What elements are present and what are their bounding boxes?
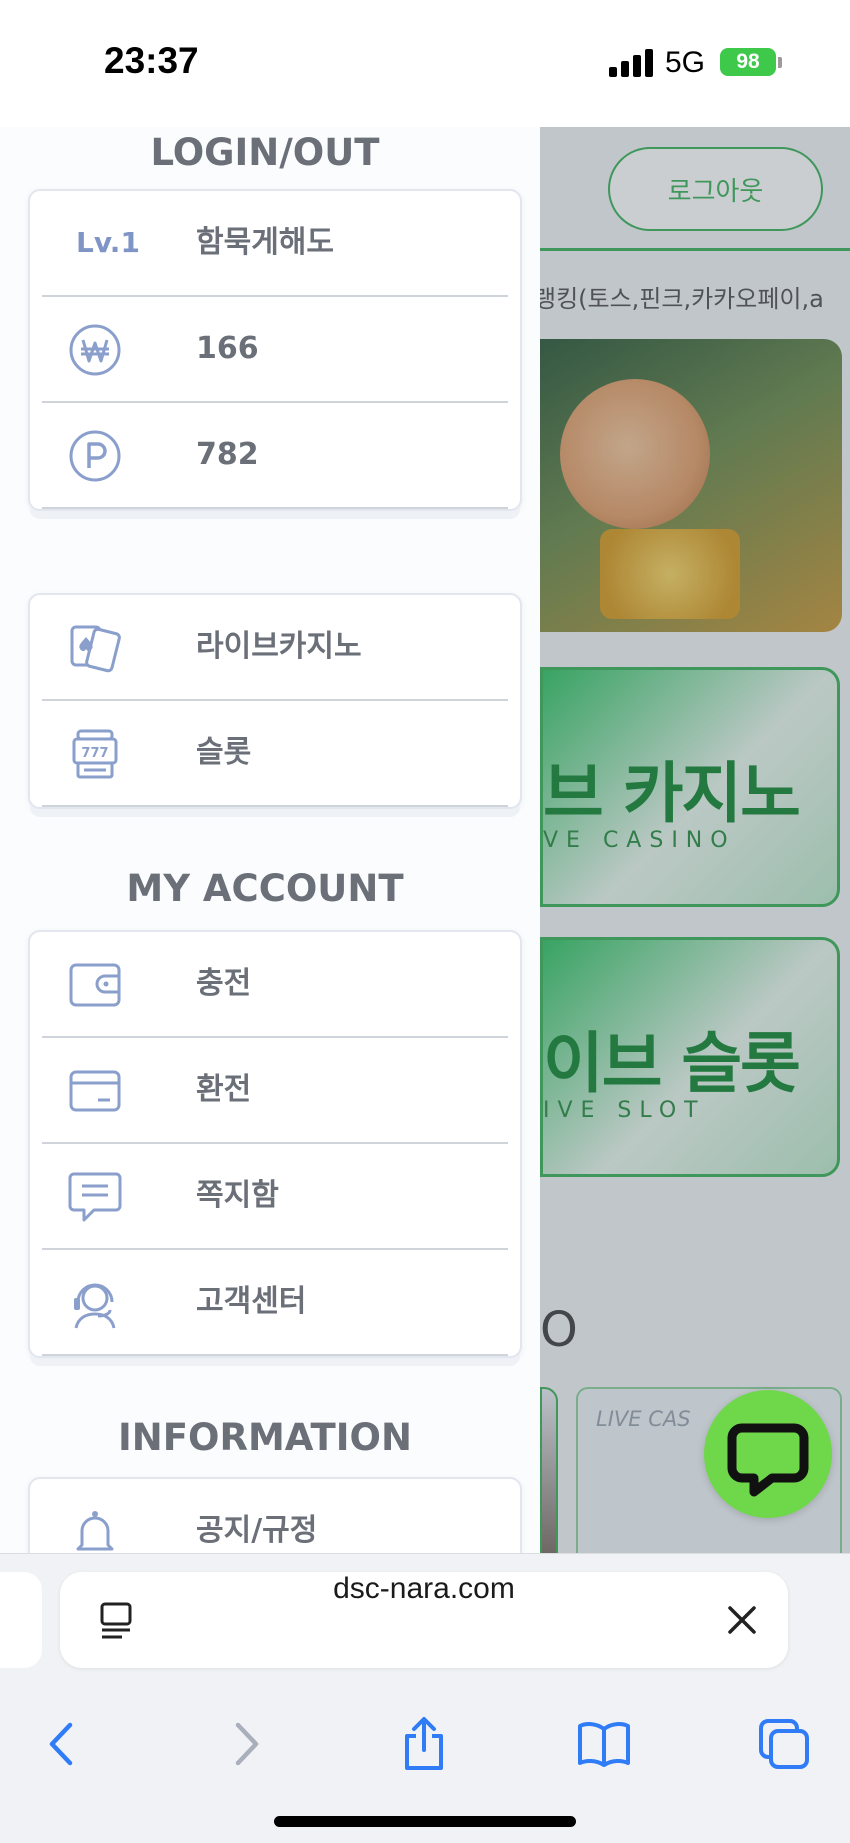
info-section-title: INFORMATION (118, 1416, 412, 1459)
overlay-dim[interactable] (540, 127, 850, 1554)
side-drawer: LOGIN/OUT Lv.1 함묵게해도 166 782 라이브카지노 777 … (0, 127, 540, 1554)
tabs-button[interactable] (754, 1714, 814, 1774)
previous-tab-peek[interactable] (0, 1572, 42, 1668)
menu-item-live-casino[interactable]: 라이브카지노 (42, 595, 508, 701)
svg-text:777: 777 (81, 746, 108, 761)
info-card: 공지/규정 (28, 1477, 522, 1554)
status-time: 23:37 (104, 40, 199, 81)
chevron-right-icon (235, 1722, 259, 1766)
cash-balance-row[interactable]: 166 (42, 297, 508, 403)
chat-button[interactable] (704, 1390, 832, 1518)
won-icon (68, 323, 122, 377)
battery-level: 98 (736, 50, 760, 73)
wallet-icon (68, 958, 122, 1012)
menu-item-label: 고객센터 (196, 1284, 307, 1319)
message-icon (68, 1170, 122, 1224)
battery-icon: 98 (720, 48, 776, 76)
share-button[interactable] (394, 1714, 454, 1774)
menu-item-notice[interactable]: 공지/규정 (42, 1479, 508, 1554)
support-agent-icon (68, 1276, 122, 1330)
tabs-icon (759, 1719, 809, 1769)
points-balance: 782 (196, 437, 259, 472)
cash-balance: 166 (196, 331, 259, 366)
share-icon (405, 1717, 443, 1770)
user-info-card: Lv.1 함묵게해도 166 782 (28, 189, 522, 511)
bell-icon (68, 1505, 122, 1554)
forward-button[interactable] (216, 1714, 276, 1774)
chevron-left-icon (49, 1722, 73, 1766)
menu-item-support[interactable]: 고객센터 (42, 1250, 508, 1356)
login-section-title: LOGIN/OUT (150, 131, 380, 174)
menu-item-label: 쪽지함 (196, 1178, 279, 1213)
credit-card-icon (68, 1064, 122, 1118)
back-button[interactable] (32, 1714, 92, 1774)
menu-item-label: 환전 (196, 1072, 252, 1107)
url-text: dsc-nara.com (333, 1572, 515, 1605)
menu-item-label: 슬롯 (196, 735, 252, 770)
menu-item-deposit[interactable]: 충전 (42, 932, 508, 1038)
bookmarks-button[interactable] (574, 1714, 634, 1774)
playing-cards-icon (68, 621, 122, 675)
slot-machine-icon: 777 (68, 727, 122, 781)
menu-item-withdraw[interactable]: 환전 (42, 1038, 508, 1144)
book-icon (578, 1722, 630, 1767)
battery-nub (778, 57, 782, 68)
network-label: 5G (665, 46, 706, 79)
account-section-title: MY ACCOUNT (126, 867, 404, 910)
menu-item-messages[interactable]: 쪽지함 (42, 1144, 508, 1250)
menu-item-label: 라이브카지노 (196, 629, 362, 664)
menu-item-label: 공지/규정 (196, 1513, 318, 1548)
home-indicator[interactable] (274, 1816, 576, 1827)
browser-toolbar: dsc-nara.com (0, 1553, 850, 1843)
user-level-row[interactable]: Lv.1 함묵게해도 (42, 191, 508, 297)
account-card: 충전 환전 쪽지함 고객센터 (28, 930, 522, 1358)
username: 함묵게해도 (196, 225, 334, 260)
close-icon[interactable] (722, 1600, 762, 1640)
points-icon (68, 429, 122, 483)
menu-item-slot[interactable]: 777 슬롯 (42, 701, 508, 807)
address-bar[interactable]: dsc-nara.com (60, 1572, 788, 1668)
status-bar: 23:37 5G 98 (0, 0, 850, 127)
signal-strength-icon (609, 49, 654, 77)
chat-bubble-icon (727, 1423, 809, 1497)
level-badge: Lv.1 (76, 226, 140, 259)
menu-item-label: 충전 (196, 966, 252, 1001)
points-row[interactable]: 782 (42, 403, 508, 509)
games-card: 라이브카지노 777 슬롯 (28, 593, 522, 809)
